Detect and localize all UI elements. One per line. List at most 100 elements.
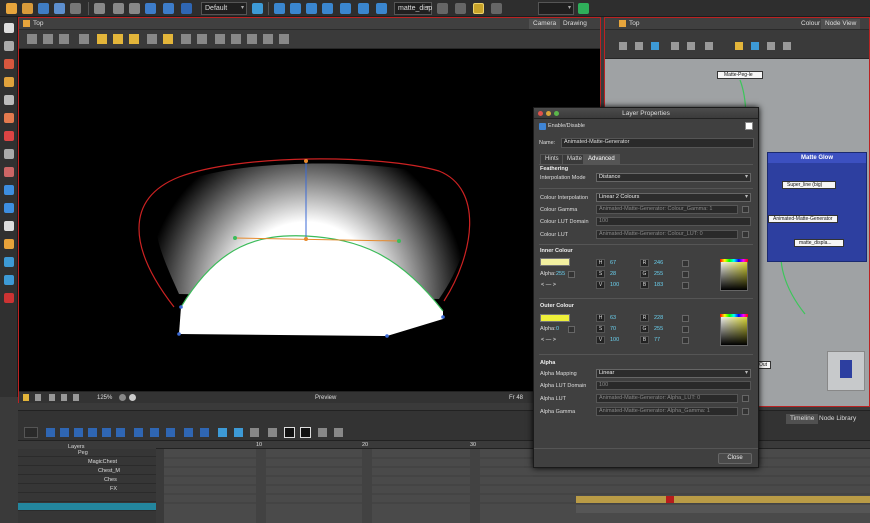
control-point-br[interactable]: [441, 315, 445, 319]
add-drawing-icon[interactable]: [74, 428, 83, 437]
outer-arrows-icon[interactable]: < — >: [541, 337, 556, 344]
layer-row[interactable]: Ches: [18, 476, 156, 484]
delete-icon[interactable]: [70, 3, 81, 14]
new-scene-icon[interactable]: [6, 3, 17, 14]
matte-glow-group[interactable]: Matte Glow Super_line (big) Animated-Mat…: [767, 152, 867, 262]
control-point-bl[interactable]: [179, 305, 183, 309]
grid-icon[interactable]: [27, 34, 37, 44]
copy-icon[interactable]: [129, 3, 140, 14]
interp-mode-dropdown[interactable]: Distance: [596, 173, 751, 182]
motion-path-icon[interactable]: [376, 3, 387, 14]
flip-vertical-icon[interactable]: [231, 34, 241, 44]
layer-row[interactable]: FX: [18, 485, 156, 493]
outer-b-function-icon[interactable]: [682, 337, 689, 344]
tab-camera[interactable]: Camera: [529, 19, 561, 29]
node-a-icon[interactable]: [619, 42, 627, 50]
exposure-grid[interactable]: [156, 449, 870, 523]
inner-arrows-icon[interactable]: < — >: [541, 282, 556, 289]
tab-drawing[interactable]: Drawing: [559, 19, 591, 29]
stroke-tool-icon[interactable]: [4, 185, 14, 195]
node-b-icon[interactable]: [635, 42, 643, 50]
flip-horizontal-icon[interactable]: [215, 34, 225, 44]
motion-icon[interactable]: [234, 428, 243, 437]
zoom-level[interactable]: 125%: [97, 393, 112, 403]
key-frame-h-icon[interactable]: [200, 428, 209, 437]
paint-tool-icon[interactable]: [4, 131, 14, 141]
layer-toggle-a-icon[interactable]: [268, 428, 277, 437]
onion-icon[interactable]: [218, 428, 227, 437]
key-frame-f-icon[interactable]: [166, 428, 175, 437]
clipboard-icon[interactable]: [181, 3, 192, 14]
camera-icon[interactable]: [35, 394, 41, 401]
control-point-top[interactable]: [304, 159, 308, 163]
inner-alpha-function-icon[interactable]: [568, 271, 575, 278]
display-dropdown[interactable]: matte_disp ▾: [394, 2, 432, 15]
key-frame-c-icon[interactable]: [116, 428, 125, 437]
inner-g-value[interactable]: 255: [654, 271, 663, 278]
eraser-tool-icon[interactable]: [4, 113, 14, 123]
zoom-tool-icon[interactable]: [4, 257, 14, 267]
layer-row[interactable]: Peg: [18, 449, 156, 457]
key-frame-a-icon[interactable]: [88, 428, 97, 437]
frame-b-icon[interactable]: [61, 394, 67, 401]
save-as-icon[interactable]: [54, 3, 65, 14]
node-super-line[interactable]: Super_line (big): [782, 181, 836, 189]
colour-gamma-function-icon[interactable]: [742, 206, 749, 213]
display-icon[interactable]: [252, 3, 263, 14]
control-point-right[interactable]: [397, 239, 401, 243]
zoom-dot-icon[interactable]: [554, 111, 559, 116]
inner-r-value[interactable]: 246: [654, 260, 663, 267]
paste-special-icon[interactable]: [163, 3, 174, 14]
minimize-dot-icon[interactable]: [546, 111, 551, 116]
extra-dropdown[interactable]: ▾: [538, 2, 574, 15]
light-icon[interactable]: [163, 34, 173, 44]
name-input[interactable]: Animated-Matte-Generator: [561, 138, 754, 148]
alpha-lut-field[interactable]: Animated-Matte-Generator: Alpha_LUT: 0: [596, 394, 738, 403]
layer-row[interactable]: Chest_M: [18, 467, 156, 475]
flag-icon[interactable]: [578, 3, 589, 14]
camera-viewport[interactable]: [19, 49, 600, 395]
outer-g-value[interactable]: 255: [654, 326, 663, 333]
outer-r-function-icon[interactable]: [682, 315, 689, 322]
shade-icon[interactable]: [181, 34, 191, 44]
line-tool-icon[interactable]: [4, 149, 14, 159]
guides-icon[interactable]: [59, 34, 69, 44]
contour-editor-icon[interactable]: [4, 41, 14, 51]
node-j-icon[interactable]: [783, 42, 791, 50]
unlock-icon[interactable]: [113, 34, 123, 44]
outer-s-value[interactable]: 70: [610, 326, 616, 333]
inner-r-function-icon[interactable]: [682, 260, 689, 267]
layer-row[interactable]: [18, 494, 156, 502]
reset-zoom-icon[interactable]: [119, 394, 126, 401]
bulb-icon[interactable]: [23, 394, 29, 401]
inner-hue-strip[interactable]: [720, 259, 748, 262]
navigator-thumbnail[interactable]: [827, 351, 865, 391]
layer-toggle-d-icon[interactable]: [318, 428, 327, 437]
inner-b-value[interactable]: 183: [654, 282, 663, 289]
onion-skin-icon[interactable]: [437, 3, 448, 14]
transform-icon[interactable]: [274, 3, 285, 14]
tab-hints[interactable]: Hints: [540, 154, 564, 164]
open-folder-icon[interactable]: [22, 3, 33, 14]
outer-colour-picker[interactable]: [720, 314, 748, 346]
inner-colour-picker[interactable]: [720, 259, 748, 291]
node-matte-display[interactable]: matte_displa...: [794, 239, 844, 247]
colour-interp-dropdown[interactable]: Linear 2 Colours: [596, 193, 751, 202]
pencil-tool-icon[interactable]: [4, 77, 14, 87]
control-point-left[interactable]: [233, 236, 237, 240]
node-g-icon[interactable]: [735, 42, 743, 50]
save-icon[interactable]: [38, 3, 49, 14]
node-f-icon[interactable]: [705, 42, 713, 50]
cutter-tool-icon[interactable]: [4, 203, 14, 213]
inner-h-value[interactable]: 67: [610, 260, 616, 267]
spline-offset-icon[interactable]: [340, 3, 351, 14]
control-point-bottom-left[interactable]: [177, 332, 181, 336]
layer-row[interactable]: MagicChest: [18, 458, 156, 466]
lock-icon[interactable]: [97, 34, 107, 44]
close-button[interactable]: Close: [718, 453, 752, 464]
workspace-dropdown[interactable]: Default ▾: [201, 2, 247, 15]
undo-icon[interactable]: [94, 3, 105, 14]
deformation-tool-icon[interactable]: [4, 293, 14, 303]
colour-lut-function-icon[interactable]: [742, 231, 749, 238]
render-icon[interactable]: [491, 3, 502, 14]
